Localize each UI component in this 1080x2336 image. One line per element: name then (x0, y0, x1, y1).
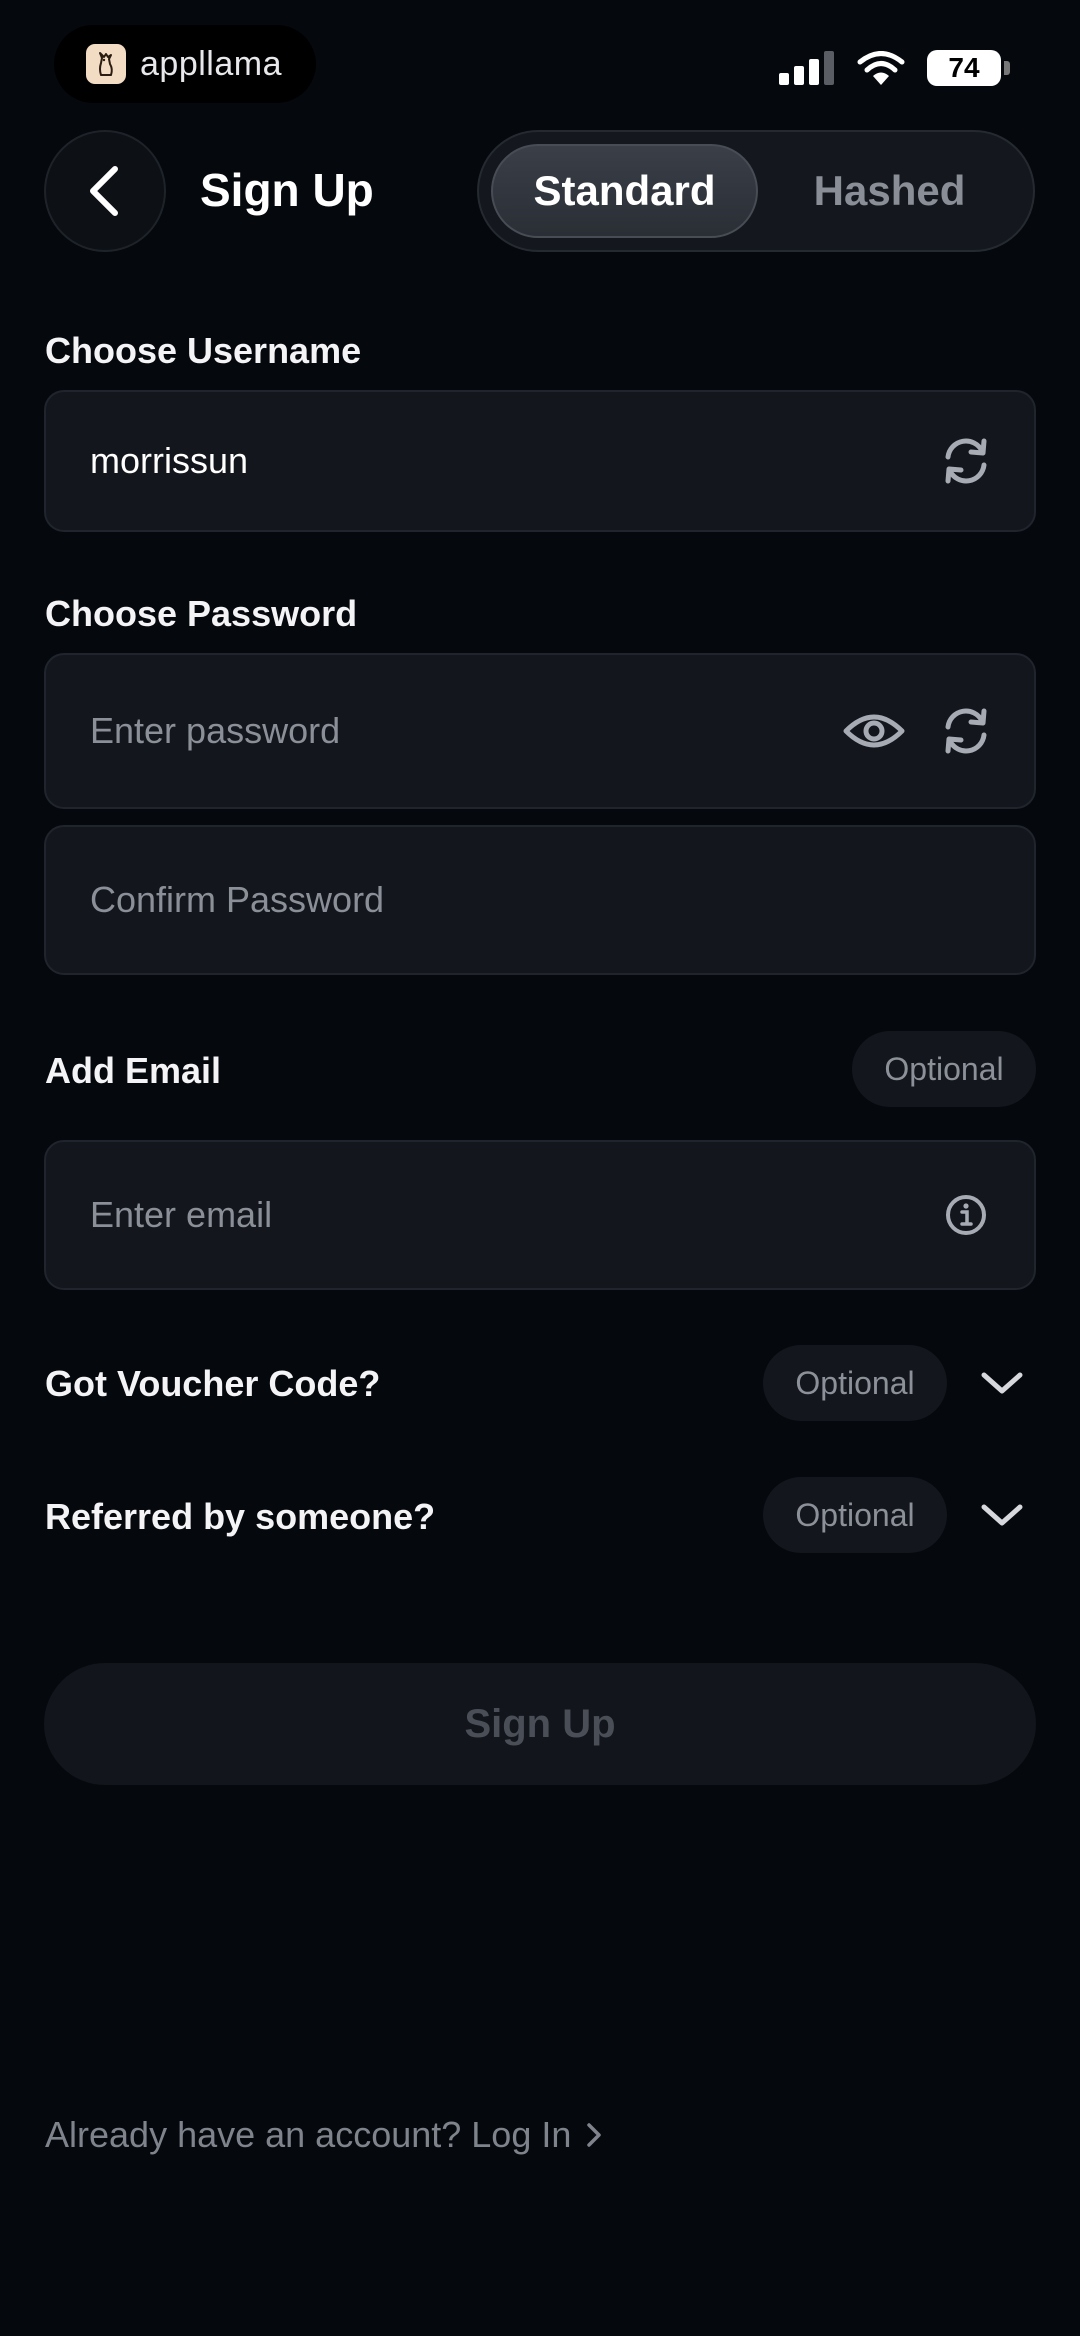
regenerate-username-button[interactable] (938, 433, 994, 489)
password-label: Choose Password (45, 593, 358, 634)
chevron-left-icon (90, 166, 118, 216)
email-input[interactable] (90, 1194, 944, 1236)
toggle-password-visibility-button[interactable] (842, 709, 906, 753)
email-info-button[interactable] (944, 1193, 988, 1237)
voucher-expand-button[interactable] (977, 1358, 1027, 1408)
battery-level: 74 (948, 52, 980, 83)
refresh-icon (945, 438, 987, 484)
email-optional-badge: Optional (852, 1031, 1036, 1107)
generate-password-button[interactable] (938, 703, 994, 759)
email-label: Add Email (45, 1050, 222, 1091)
refresh-icon (945, 708, 987, 754)
sign-up-button[interactable]: Sign Up (44, 1663, 1036, 1785)
back-button[interactable] (44, 130, 166, 252)
llama-logo-icon (86, 44, 126, 84)
password-field-container (44, 653, 1036, 809)
info-icon (946, 1195, 986, 1235)
tab-standard[interactable]: Standard (491, 144, 758, 238)
signup-mode-toggle: Standard Hashed (477, 130, 1035, 252)
app-indicator-pill[interactable]: appllama (54, 25, 316, 103)
page-title: Sign Up (200, 164, 374, 216)
username-field-container (44, 390, 1036, 532)
voucher-optional-badge: Optional (763, 1345, 947, 1421)
login-link[interactable]: Already have an account? Log In (45, 2114, 603, 2156)
status-bar: appllama 74 (0, 0, 1080, 120)
referral-label[interactable]: Referred by someone? (45, 1496, 435, 1538)
confirm-password-input[interactable] (90, 879, 1034, 921)
password-input[interactable] (90, 710, 842, 752)
status-icons: 74 (779, 50, 1010, 86)
chevron-right-icon (587, 2123, 602, 2147)
chevron-down-icon (981, 1504, 1023, 1526)
voucher-label[interactable]: Got Voucher Code? (45, 1363, 380, 1405)
app-name: appllama (140, 44, 282, 83)
login-link-text: Already have an account? Log In (45, 2114, 572, 2155)
signal-icon (779, 51, 834, 85)
referral-optional-badge: Optional (763, 1477, 947, 1553)
email-field-container (44, 1140, 1036, 1290)
battery-cap (1004, 61, 1010, 75)
tab-hashed[interactable]: Hashed (758, 144, 1021, 238)
username-input[interactable] (90, 440, 938, 482)
eye-icon (843, 714, 905, 748)
confirm-password-field-container (44, 825, 1036, 975)
battery-icon: 74 (927, 50, 1001, 86)
referral-expand-button[interactable] (977, 1490, 1027, 1540)
username-label: Choose Username (45, 330, 362, 371)
chevron-down-icon (981, 1372, 1023, 1394)
wifi-icon (857, 51, 905, 85)
